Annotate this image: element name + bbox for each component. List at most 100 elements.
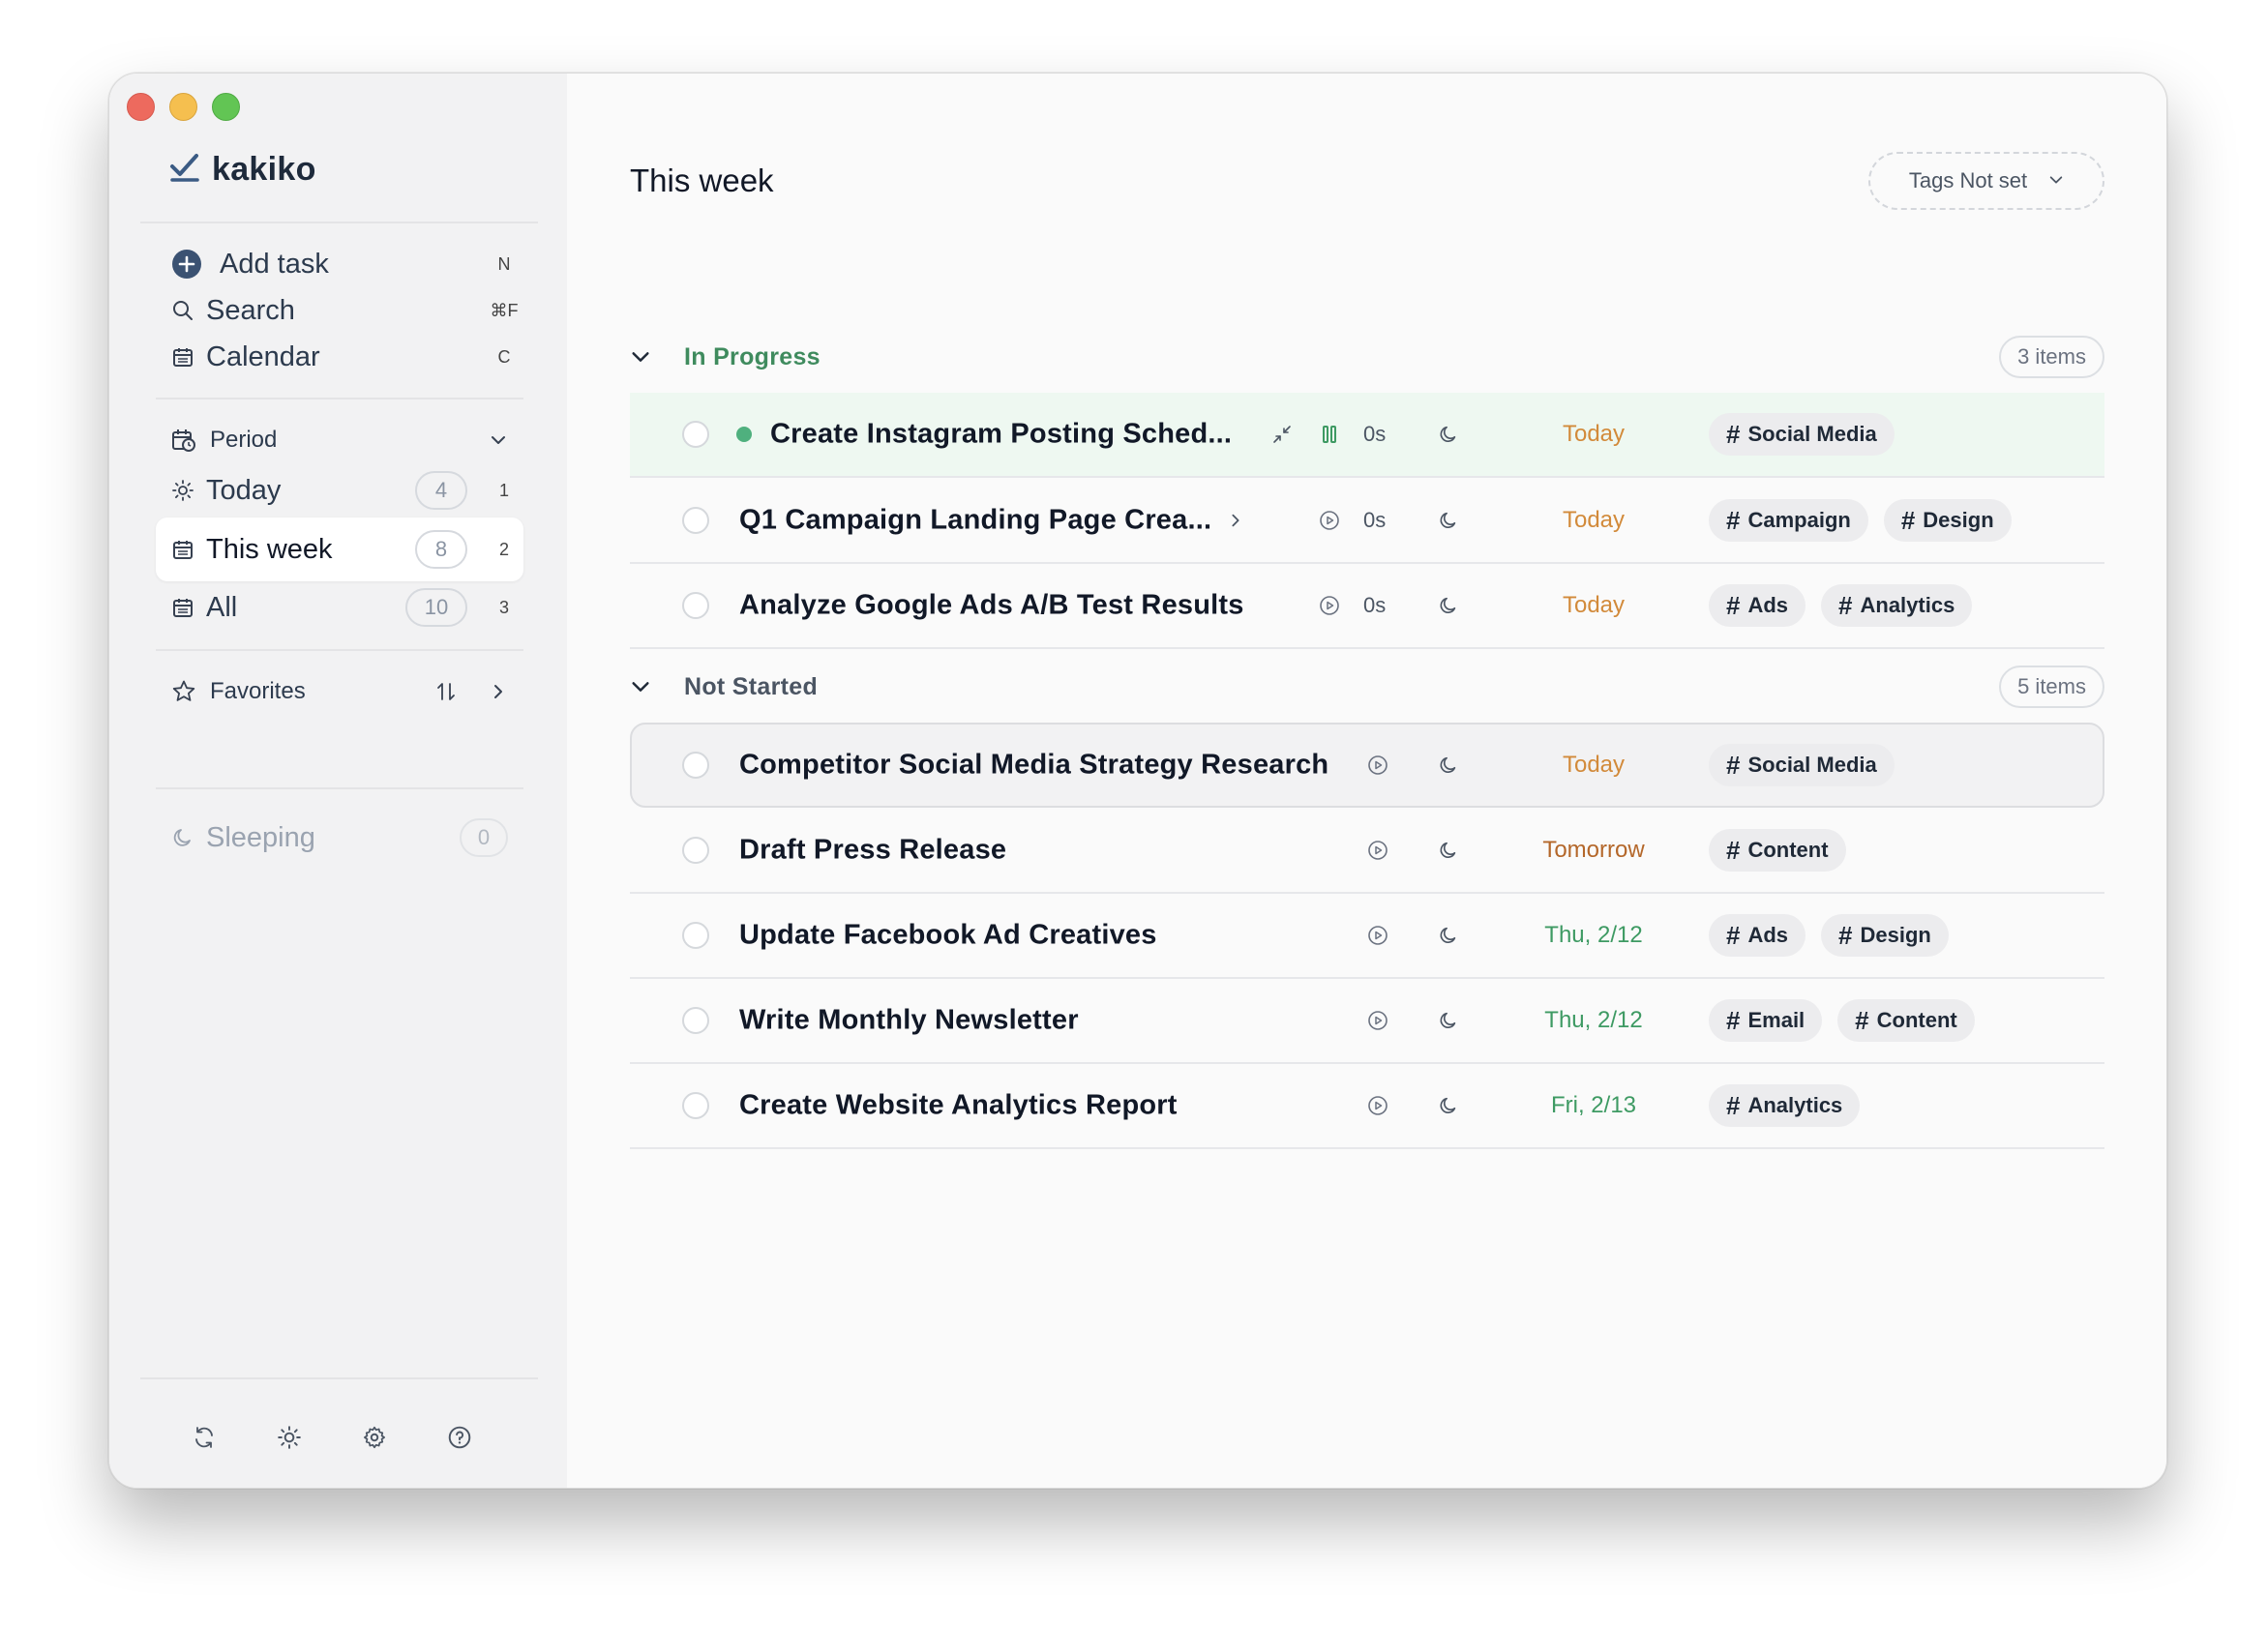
app-logo: kakiko [169,151,316,189]
calendar-icon [171,345,206,369]
tag-chip[interactable]: # Social Media [1709,744,1895,786]
tag-chip[interactable]: # Social Media [1709,413,1895,456]
this-week-shortcut: 2 [498,539,509,559]
sidebar-item-sleeping[interactable]: Sleeping 0 [156,806,523,870]
sidebar-item-today[interactable]: Today 4 1 [156,459,523,522]
tag-chip[interactable]: # Campaign [1709,499,1868,542]
moon-icon[interactable] [1435,752,1462,779]
task-row[interactable]: Q1 Campaign Landing Page Crea... 0s Toda… [630,479,2104,564]
calendar-clock-icon [171,428,206,453]
task-checkbox[interactable] [682,752,709,779]
collapse-chevron-icon[interactable] [630,346,684,368]
sidebar-item-calendar[interactable]: Calendar C [156,325,523,389]
hash-icon: # [1726,920,1741,950]
hash-icon: # [1726,750,1741,780]
chevron-right-icon[interactable] [473,683,523,700]
moon-icon[interactable] [1435,592,1462,619]
moon-icon[interactable] [1435,1007,1462,1034]
task-due-date: Today [1562,421,1626,447]
hash-icon: # [1838,590,1853,620]
task-title: Draft Press Release [739,834,1007,866]
tag-chip[interactable]: # Ads [1709,914,1806,957]
chevron-down-icon [473,431,523,449]
chevron-right-icon[interactable] [1222,507,1249,534]
sidebar-item-favorites[interactable]: Favorites [156,660,523,724]
search-icon [171,299,206,322]
task-checkbox[interactable] [682,1092,709,1119]
plus-circle-icon [171,249,206,280]
theme-sun-icon[interactable] [274,1422,305,1453]
chevron-down-icon [2048,168,2064,193]
sidebar: kakiko Add task N Search ⌘F Calendar C P… [109,74,567,1488]
moon-icon [171,826,206,849]
task-checkbox[interactable] [682,922,709,949]
minimize-window-button[interactable] [169,93,197,121]
task-row[interactable]: Competitor Social Media Strategy Researc… [630,723,2104,808]
help-icon[interactable] [444,1422,475,1453]
sleeping-label: Sleeping [206,821,315,853]
tag-chip[interactable]: # Design [1883,499,2012,542]
task-checkbox[interactable] [682,837,709,864]
group-header-in-progress[interactable]: In Progress 3 items [630,333,2104,381]
tag-chip[interactable]: # Content [1709,829,1846,872]
tag-chip[interactable]: # Analytics [1709,1084,1861,1127]
task-row[interactable]: Analyze Google Ads A/B Test Results 0s T… [630,564,2104,649]
play-icon[interactable] [1364,1007,1391,1034]
task-row[interactable]: Create Website Analytics Report Fri, 2/1… [630,1064,2104,1149]
sidebar-divider [140,1377,538,1379]
moon-icon[interactable] [1435,837,1462,864]
moon-icon[interactable] [1435,922,1462,949]
play-icon[interactable] [1316,592,1343,619]
task-due-date: Tomorrow [1542,837,1645,863]
tag-chip[interactable]: # Design [1821,914,1949,957]
search-shortcut: ⌘F [490,300,519,320]
hash-icon: # [1726,590,1741,620]
task-checkbox[interactable] [682,507,709,534]
task-row[interactable]: Update Facebook Ad Creatives Thu, 2/12 #… [630,894,2104,979]
moon-icon[interactable] [1435,1092,1462,1119]
pause-icon[interactable] [1316,421,1343,448]
play-icon[interactable] [1364,1092,1391,1119]
task-tags: # Social Media [1709,744,1895,786]
task-checkbox[interactable] [682,592,709,619]
sidebar-divider [156,398,523,399]
task-tags: # Analytics [1709,1084,1861,1127]
moon-icon[interactable] [1435,507,1462,534]
star-icon [171,679,206,704]
tags-filter-button[interactable]: Tags Not set [1868,152,2104,210]
group-header-not-started[interactable]: Not Started 5 items [630,663,2104,711]
sort-icon[interactable] [419,680,473,703]
settings-gear-icon[interactable] [359,1422,390,1453]
tag-chip[interactable]: # Content [1837,999,1975,1042]
task-checkbox[interactable] [682,1007,709,1034]
task-row[interactable]: Write Monthly Newsletter Thu, 2/12 # Emai… [630,979,2104,1064]
moon-icon[interactable] [1435,421,1462,448]
running-indicator-dot [736,427,752,442]
collapse-arrows-icon[interactable] [1268,421,1296,448]
task-timer: 0s [1363,422,1387,446]
play-icon[interactable] [1364,837,1391,864]
hash-icon: # [1726,1005,1741,1035]
play-icon[interactable] [1316,507,1343,534]
sidebar-item-all[interactable]: All 10 3 [156,576,523,639]
close-window-button[interactable] [127,93,155,121]
collapse-chevron-icon[interactable] [630,676,684,697]
sleeping-count-badge: 0 [460,818,508,857]
zoom-window-button[interactable] [212,93,240,121]
sidebar-divider [140,222,538,223]
tag-chip[interactable]: # Ads [1709,584,1806,627]
task-row[interactable]: Draft Press Release Tomorrow # Content [630,809,2104,894]
task-row[interactable]: Create Instagram Posting Sched... 0s Tod… [630,393,2104,478]
sync-icon[interactable] [189,1422,220,1453]
tag-chip[interactable]: # Analytics [1821,584,1973,627]
task-timer: 0s [1363,508,1387,532]
tag-chip[interactable]: # Email [1709,999,1823,1042]
task-checkbox[interactable] [682,421,709,448]
all-shortcut: 3 [498,597,509,617]
sidebar-item-this-week[interactable]: This week 8 2 [156,518,523,581]
play-icon[interactable] [1364,922,1391,949]
task-tags: # Email # Content [1709,999,1975,1042]
play-icon[interactable] [1364,752,1391,779]
tag-label: Analytics [1747,1093,1843,1117]
sidebar-divider [156,787,523,789]
